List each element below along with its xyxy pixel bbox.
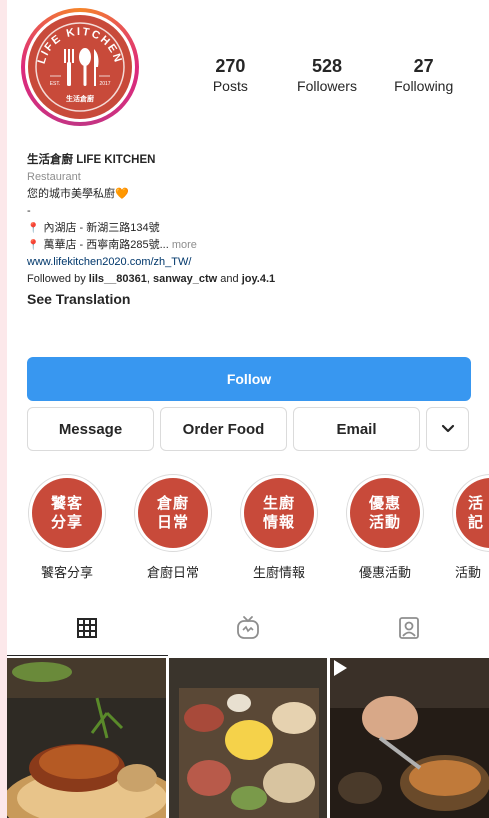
followers-stat[interactable]: 528 Followers bbox=[279, 55, 376, 95]
profile-screen: LIFE KITCHEN EST. 2017 生活倉廚 270 Posts 52… bbox=[7, 0, 489, 818]
post-image bbox=[330, 658, 489, 818]
highlight-cover: 生廚 情報 bbox=[244, 478, 314, 548]
highlight-cover: 倉廚 日常 bbox=[138, 478, 208, 548]
story-highlights: 饕客 分享 饕客分享 倉廚 日常 倉廚日常 生廚 情報 生廚情報 優惠 活動 優… bbox=[21, 474, 489, 586]
profile-stats: 270 Posts 528 Followers 27 Following bbox=[182, 55, 472, 95]
profile-bio: 生活倉廚 LIFE KITCHEN Restaurant 您的城市美學私廚🧡 -… bbox=[27, 152, 477, 309]
see-translation-link[interactable]: See Translation bbox=[27, 289, 477, 309]
highlight-label: 倉廚日常 bbox=[146, 566, 199, 581]
followed-user-link[interactable]: lils__80361 bbox=[89, 273, 147, 285]
followers-count: 528 bbox=[311, 56, 343, 76]
post-image bbox=[7, 658, 166, 818]
suggested-accounts-button[interactable] bbox=[426, 407, 469, 451]
igtv-icon bbox=[237, 616, 259, 639]
svg-text:2017: 2017 bbox=[99, 81, 110, 87]
following-count: 27 bbox=[413, 56, 434, 76]
logo-graphic: LIFE KITCHEN EST. 2017 生活倉廚 bbox=[35, 22, 125, 112]
following-stat[interactable]: 27 Following bbox=[375, 55, 472, 95]
tab-posts[interactable] bbox=[7, 600, 168, 656]
profile-tabs bbox=[7, 600, 489, 656]
highlight-cover: 活 記 bbox=[456, 478, 489, 548]
highlight-label: 饕客分享 bbox=[40, 566, 93, 581]
followed-user-link[interactable]: joy.4.1 bbox=[242, 273, 275, 285]
video-play-icon bbox=[334, 660, 348, 676]
life-kitchen-logo: LIFE KITCHEN EST. 2017 生活倉廚 bbox=[28, 15, 132, 119]
highlight-label: 活動 bbox=[455, 566, 482, 581]
order-food-button[interactable]: Order Food bbox=[160, 407, 287, 451]
highlight-item[interactable]: 優惠 活動 優惠活動 bbox=[339, 474, 431, 581]
highlight-cover: 饕客 分享 bbox=[32, 478, 102, 548]
pin-icon: 📍 bbox=[27, 240, 40, 251]
svg-text:EST.: EST. bbox=[50, 81, 61, 87]
posts-label: Posts bbox=[212, 78, 248, 94]
post-thumbnail[interactable] bbox=[7, 658, 166, 818]
post-thumbnail[interactable] bbox=[330, 658, 489, 818]
profile-name: 生活倉廚 LIFE KITCHEN bbox=[27, 154, 156, 166]
chevron-down-icon bbox=[441, 424, 454, 433]
highlight-item[interactable]: 活 記 活動 bbox=[445, 474, 489, 581]
post-image bbox=[168, 658, 328, 818]
tab-tagged[interactable] bbox=[328, 600, 489, 656]
followed-by: Followed by lils__80361, sanway_ctw and … bbox=[27, 273, 276, 285]
posts-count: 270 bbox=[215, 56, 246, 76]
profile-avatar[interactable]: LIFE KITCHEN EST. 2017 生活倉廚 bbox=[21, 8, 139, 126]
pin-icon: 📍 bbox=[27, 223, 40, 234]
following-label: Following bbox=[394, 78, 454, 94]
followed-user-link[interactable]: sanway_ctw bbox=[153, 273, 217, 285]
email-button[interactable]: Email bbox=[293, 407, 420, 451]
highlight-label: 優惠活動 bbox=[358, 566, 411, 581]
grid-icon bbox=[77, 618, 98, 638]
bio-location-1: 📍 內湖店 - 新湖三路134號 bbox=[27, 222, 160, 234]
bio-tagline: 您的城市美學私廚🧡 bbox=[27, 188, 129, 200]
highlight-label: 生廚情報 bbox=[252, 566, 305, 581]
highlight-item[interactable]: 倉廚 日常 倉廚日常 bbox=[127, 474, 219, 581]
tagged-icon bbox=[398, 617, 419, 639]
tab-igtv[interactable] bbox=[168, 600, 329, 656]
action-buttons: Message Order Food Email bbox=[27, 407, 469, 451]
posts-stat[interactable]: 270 Posts bbox=[182, 55, 279, 95]
followers-label: Followers bbox=[297, 78, 357, 94]
profile-category: Restaurant bbox=[27, 171, 81, 183]
highlight-cover: 優惠 活動 bbox=[350, 478, 420, 548]
follow-button[interactable]: Follow bbox=[27, 357, 471, 401]
website-link[interactable]: www.lifekitchen2020.com/zh_TW/ bbox=[27, 254, 477, 271]
message-button[interactable]: Message bbox=[27, 407, 154, 451]
highlight-item[interactable]: 生廚 情報 生廚情報 bbox=[233, 474, 325, 581]
more-link[interactable]: more bbox=[172, 239, 197, 251]
svg-text:生活倉廚: 生活倉廚 bbox=[66, 94, 94, 103]
bio-location-2: 📍 萬華店 - 西寧南路285號... more bbox=[27, 239, 197, 251]
post-grid bbox=[7, 658, 489, 818]
post-thumbnail[interactable] bbox=[168, 658, 328, 818]
bio-dash: - bbox=[27, 205, 31, 217]
highlight-item[interactable]: 饕客 分享 饕客分享 bbox=[21, 474, 113, 581]
